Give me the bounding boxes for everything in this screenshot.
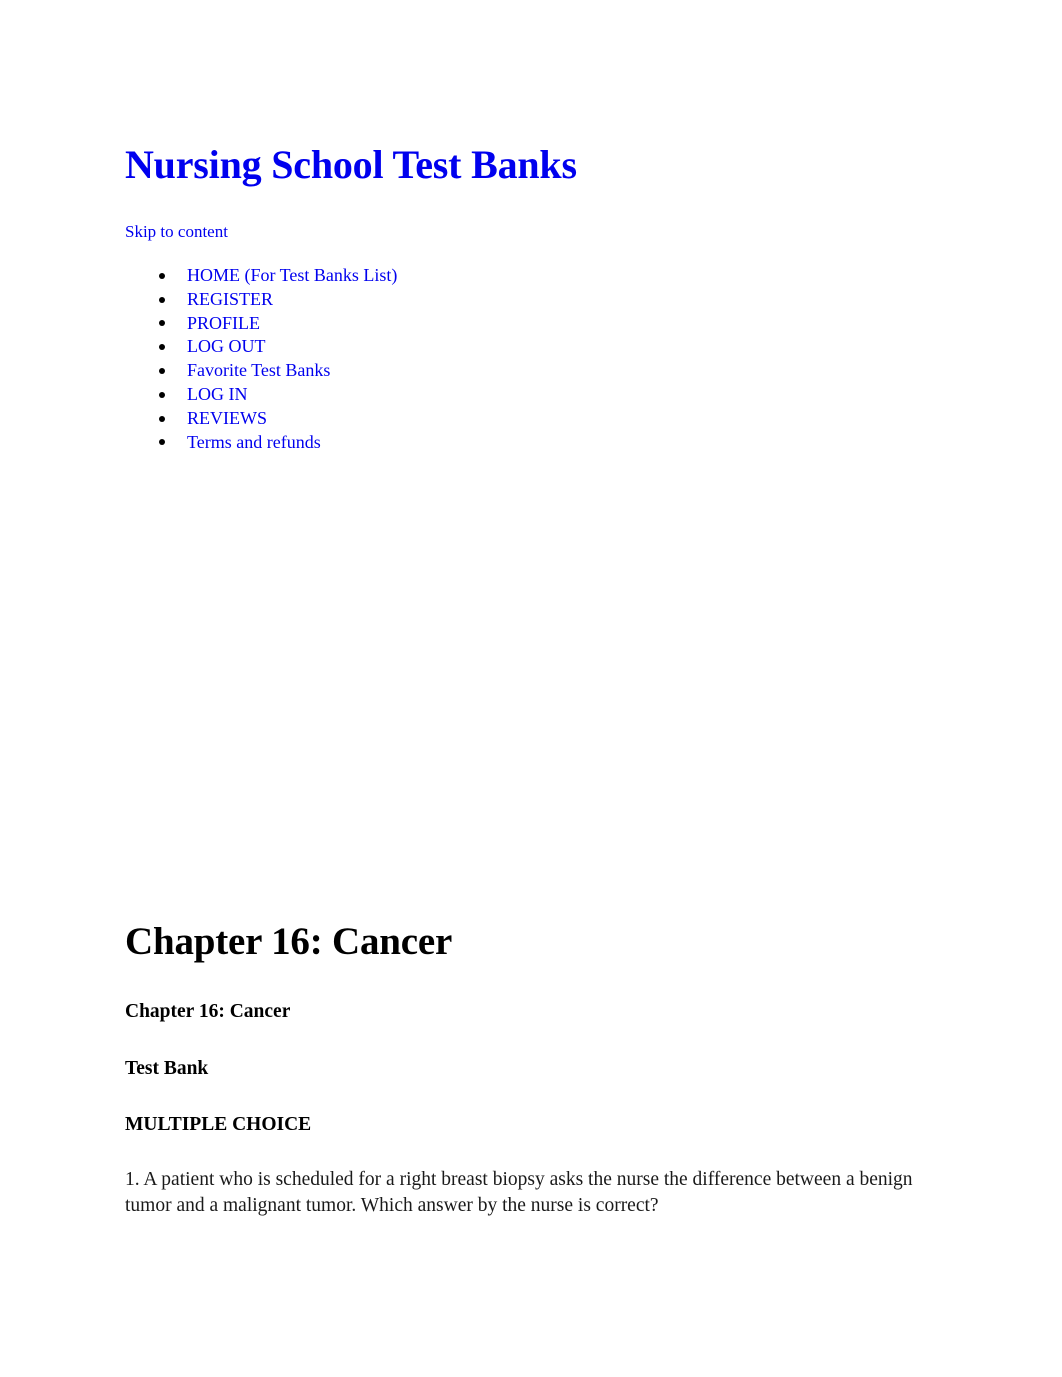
bullet-icon — [159, 296, 165, 303]
nav-link-log-in[interactable]: LOG IN — [185, 383, 259, 411]
bullet-icon — [159, 391, 165, 398]
page-title: Chapter 16: Cancer — [125, 920, 453, 963]
nav-item-profile[interactable]: PROFILE — [125, 312, 945, 340]
primary-navigation: HOME (For Test Banks List) REGISTER PROF… — [125, 264, 945, 459]
bullet-icon — [159, 320, 165, 327]
nav-item-home[interactable]: HOME (For Test Banks List) — [125, 264, 945, 292]
nav-link-favorite-test-banks[interactable]: Favorite Test Banks — [184, 359, 343, 387]
bullet-icon — [159, 439, 165, 446]
nav-link-register[interactable]: REGISTER — [184, 288, 286, 316]
bullet-icon — [159, 344, 165, 351]
nav-link-reviews[interactable]: REVIEWS — [185, 407, 279, 435]
bullet-icon — [159, 272, 165, 279]
multiple-choice-heading: MULTIPLE CHOICE — [125, 1113, 312, 1135]
bullet-icon — [159, 415, 165, 422]
bullet-icon — [159, 368, 165, 375]
nav-item-favorite-test-banks[interactable]: Favorite Test Banks — [125, 359, 945, 387]
nav-link-log-out[interactable]: LOG OUT — [185, 335, 277, 363]
nav-link-profile[interactable]: PROFILE — [184, 312, 273, 340]
article-body: Chapter 16: Cancer Chapter 16: Cancer Te… — [125, 920, 940, 1220]
nav-list: HOME (For Test Banks List) REGISTER PROF… — [125, 264, 945, 459]
document-page: Nursing School Test Banks Skip to conten… — [0, 0, 1062, 1377]
nav-item-register[interactable]: REGISTER — [125, 288, 945, 316]
question-1: 1. A patient who is scheduled for a righ… — [125, 1168, 913, 1217]
nav-item-log-in[interactable]: LOG IN — [125, 383, 945, 411]
nav-item-terms-and-refunds[interactable]: Terms and refunds — [125, 431, 945, 459]
nav-link-home[interactable]: HOME (For Test Banks List) — [184, 264, 410, 292]
skip-to-content-link[interactable]: Skip to content — [123, 221, 242, 251]
test-bank-heading: Test Bank — [125, 1057, 209, 1079]
nav-link-terms-and-refunds[interactable]: Terms and refunds — [185, 431, 333, 459]
nav-item-log-out[interactable]: LOG OUT — [125, 335, 945, 363]
site-header: Nursing School Test Banks — [123, 142, 945, 200]
nav-item-reviews[interactable]: REVIEWS — [125, 407, 945, 435]
chapter-heading: Chapter 16: Cancer — [125, 1000, 291, 1022]
site-title-link[interactable]: Nursing School Test Banks — [123, 142, 595, 200]
